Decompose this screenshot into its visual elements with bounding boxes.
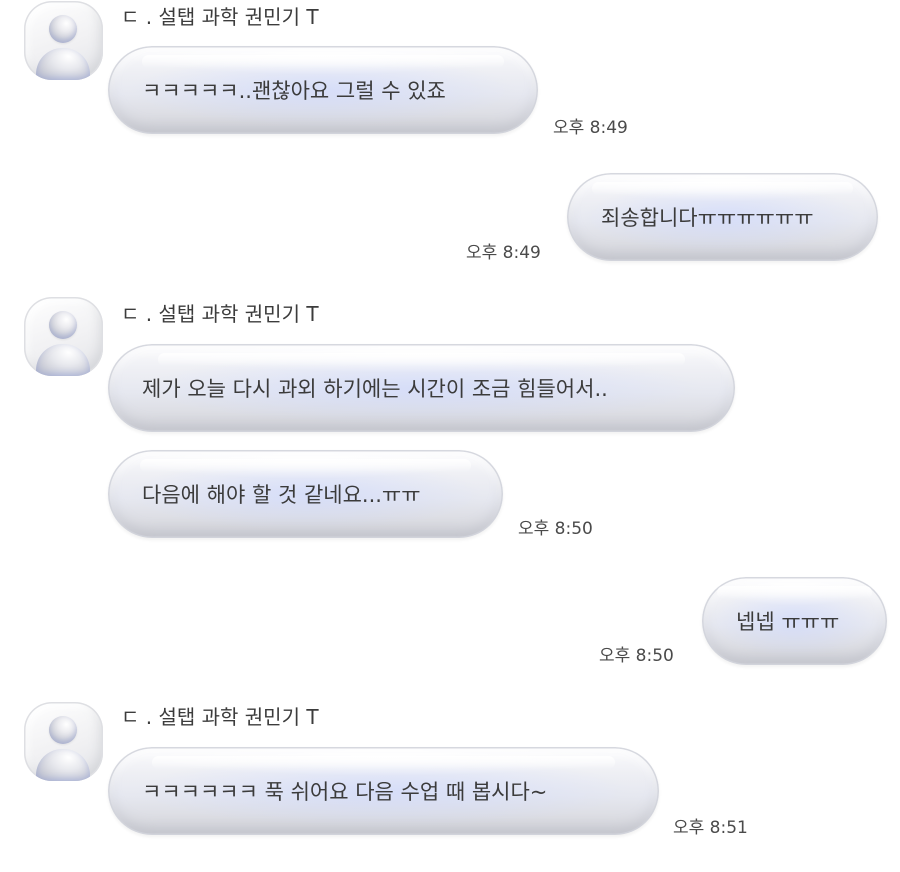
message-text: 죄송합니다ㅠㅠㅠㅠㅠㅠ — [601, 206, 814, 230]
avatar-body — [36, 749, 90, 781]
message-text: 다음에 해야 할 것 같네요...ㅠㅠ — [142, 483, 421, 507]
message-timestamp: 오후 8:50 — [518, 519, 593, 539]
message-bubble-outgoing[interactable]: 넵넵 ㅠㅠㅠ — [702, 577, 887, 665]
message-text: ㅋㅋㅋㅋㅋㅋ 푹 쉬어요 다음 수업 때 봅시다~ — [142, 780, 548, 804]
avatar-body — [36, 344, 90, 376]
sender-name: ㄷ . 설탭 과학 권민기 T — [121, 5, 319, 29]
avatar[interactable] — [24, 1, 103, 80]
message-text: ㅋㅋㅋㅋㅋ..괜찮아요 그럴 수 있죠 — [142, 79, 446, 103]
message-timestamp: 오후 8:49 — [553, 118, 628, 138]
sender-name: ㄷ . 설탭 과학 권민기 T — [121, 705, 319, 729]
message-text: 제가 오늘 다시 과외 하기에는 시간이 조금 힘들어서.. — [142, 377, 608, 401]
message-bubble-incoming[interactable]: 다음에 해야 할 것 같네요...ㅠㅠ — [108, 450, 503, 538]
avatar-head — [49, 716, 77, 744]
message-timestamp: 오후 8:51 — [673, 818, 748, 838]
message-timestamp: 오후 8:49 — [466, 243, 541, 263]
message-text: 넵넵 ㅠㅠㅠ — [736, 610, 840, 634]
message-bubble-incoming[interactable]: 제가 오늘 다시 과외 하기에는 시간이 조금 힘들어서.. — [108, 344, 735, 432]
sender-name: ㄷ . 설탭 과학 권민기 T — [121, 302, 319, 326]
avatar[interactable] — [24, 702, 103, 781]
message-bubble-outgoing[interactable]: 죄송합니다ㅠㅠㅠㅠㅠㅠ — [567, 173, 878, 261]
avatar-head — [49, 311, 77, 339]
avatar-body — [36, 48, 90, 80]
message-bubble-incoming[interactable]: ㅋㅋㅋㅋㅋㅋ 푹 쉬어요 다음 수업 때 봅시다~ — [108, 747, 659, 835]
message-bubble-incoming[interactable]: ㅋㅋㅋㅋㅋ..괜찮아요 그럴 수 있죠 — [108, 46, 538, 134]
avatar[interactable] — [24, 297, 103, 376]
avatar-head — [49, 15, 77, 43]
message-timestamp: 오후 8:50 — [599, 646, 674, 666]
